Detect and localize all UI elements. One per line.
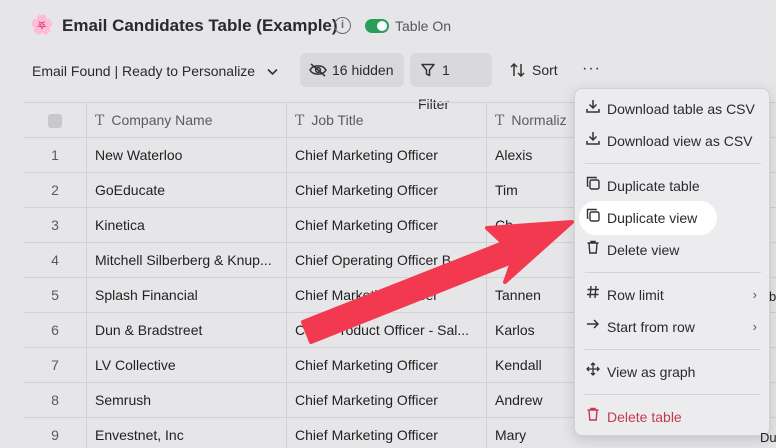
company-name-cell[interactable]: Semrush xyxy=(87,383,287,418)
chevron-right-icon: › xyxy=(752,319,757,334)
menu-item-duplicate-view[interactable]: Duplicate view xyxy=(575,201,771,235)
company-name-cell[interactable]: Dun & Bradstreet xyxy=(87,313,287,348)
column-header-company[interactable]: T Company Name xyxy=(87,103,287,138)
copy-icon xyxy=(585,204,601,232)
row-number-cell[interactable]: 2 xyxy=(24,173,87,208)
company-name-cell[interactable]: GoEducate xyxy=(87,173,287,208)
job-title-cell[interactable]: Chief Marketing Officer xyxy=(287,278,487,313)
row-number-cell[interactable]: 1 xyxy=(24,138,87,173)
table-emoji: 🌸 xyxy=(30,15,54,36)
view-selector[interactable]: Email Found | Ready to Personalize xyxy=(32,62,278,82)
menu-item-label: Download table as CSV xyxy=(607,101,755,117)
filter-icon xyxy=(418,53,438,87)
company-name-cell[interactable]: LV Collective xyxy=(87,348,287,383)
row-number-cell[interactable]: 8 xyxy=(24,383,87,418)
sort-icon xyxy=(508,53,528,87)
menu-item-label: Delete view xyxy=(607,242,680,258)
job-title-cell[interactable]: Chief Operating Officer B xyxy=(287,243,487,278)
menu-item-label: Start from row xyxy=(607,319,695,335)
column-header-job-title[interactable]: T Job Title xyxy=(287,103,487,138)
company-name-cell[interactable]: Mitchell Silberberg & Knup... xyxy=(87,243,287,278)
row-number-cell[interactable]: 4 xyxy=(24,243,87,278)
text-type-icon: T xyxy=(495,113,505,129)
info-icon[interactable]: i xyxy=(334,17,351,34)
hash-icon xyxy=(585,281,601,309)
peek-text: b xyxy=(769,289,776,304)
page-title[interactable]: Email Candidates Table (Example) xyxy=(62,15,338,37)
download-icon xyxy=(585,95,601,123)
download-icon xyxy=(585,127,601,155)
company-name-cell[interactable]: Kinetica xyxy=(87,208,287,243)
more-options-menu: Download table as CSV Download view as C… xyxy=(574,88,770,436)
text-type-icon: T xyxy=(295,113,305,129)
menu-item-start-from-row[interactable]: Start from row › xyxy=(575,313,771,341)
menu-divider xyxy=(585,349,761,350)
arrow-right-icon xyxy=(585,313,601,341)
menu-item-duplicate-table[interactable]: Duplicate table xyxy=(575,172,771,200)
menu-item-label: Delete table xyxy=(607,409,682,425)
job-title-cell[interactable]: Chief Marketing Officer xyxy=(287,208,487,243)
toolbar: Email Found | Ready to Personalize 16 hi… xyxy=(0,53,776,112)
row-number-cell[interactable]: 7 xyxy=(24,348,87,383)
menu-divider xyxy=(585,272,761,273)
sort-button[interactable]: Sort xyxy=(500,53,570,87)
row-number-cell[interactable]: 3 xyxy=(24,208,87,243)
chevron-down-icon xyxy=(267,64,278,82)
chevron-right-icon: › xyxy=(752,287,757,302)
menu-item-delete-table[interactable]: Delete table xyxy=(575,403,771,431)
row-number-cell[interactable]: 9 xyxy=(24,418,87,448)
hidden-fields-label: 16 hidden xyxy=(332,62,394,78)
peek-text: Dugan xyxy=(760,430,776,445)
job-title-cell[interactable]: Chief Product Officer - Sal... xyxy=(287,313,487,348)
menu-item-label: Duplicate view xyxy=(607,210,698,226)
job-title-cell[interactable]: Chief Marketing Officer xyxy=(287,138,487,173)
trash-icon xyxy=(585,403,601,431)
job-title-cell[interactable]: Chief Marketing Officer xyxy=(287,348,487,383)
title-bar: 🌸 Email Candidates Table (Example) i Tab… xyxy=(0,0,776,50)
company-name-cell[interactable]: Envestnet, Inc xyxy=(87,418,287,448)
company-name-cell[interactable]: New Waterloo xyxy=(87,138,287,173)
view-selector-label: Email Found | Ready to Personalize xyxy=(32,63,256,79)
menu-item-download-table-csv[interactable]: Download table as CSV xyxy=(575,95,771,123)
trash-icon xyxy=(585,236,601,264)
row-number-cell[interactable]: 6 xyxy=(24,313,87,348)
select-all-checkbox[interactable] xyxy=(48,114,62,129)
sort-label: Sort xyxy=(532,62,558,78)
more-options-icon[interactable]: ··· xyxy=(582,60,601,78)
text-type-icon: T xyxy=(95,113,105,129)
column-header-label: Normaliz xyxy=(511,112,567,128)
job-title-cell[interactable]: Chief Marketing Officer xyxy=(287,418,487,448)
column-header-label: Job Title xyxy=(311,112,364,128)
hidden-fields-button[interactable]: 16 hidden xyxy=(300,53,404,87)
menu-divider xyxy=(585,163,761,164)
menu-item-label: Row limit xyxy=(607,287,664,303)
job-title-cell[interactable]: Chief Marketing Officer xyxy=(287,383,487,418)
menu-item-view-as-graph[interactable]: View as graph xyxy=(575,358,771,386)
row-number-cell[interactable]: 5 xyxy=(24,278,87,313)
menu-divider xyxy=(585,394,761,395)
menu-item-row-limit[interactable]: Row limit › xyxy=(575,281,771,309)
menu-item-delete-view[interactable]: Delete view xyxy=(575,236,771,264)
column-header-label: Company Name xyxy=(111,112,213,128)
filter-button[interactable]: 1 Filter xyxy=(410,53,492,112)
company-name-cell[interactable]: Splash Financial xyxy=(87,278,287,313)
copy-icon xyxy=(585,172,601,200)
job-title-cell[interactable]: Chief Marketing Officer xyxy=(287,173,487,208)
menu-item-label: Duplicate table xyxy=(607,178,700,194)
eye-off-icon xyxy=(308,53,328,87)
toggle-label: Table On xyxy=(395,18,452,34)
table-on-toggle[interactable] xyxy=(365,19,389,33)
menu-item-label: View as graph xyxy=(607,364,696,380)
select-all-cell[interactable] xyxy=(24,103,87,138)
move-icon xyxy=(585,358,601,386)
menu-item-download-view-csv[interactable]: Download view as CSV xyxy=(575,127,771,155)
menu-item-label: Download view as CSV xyxy=(607,133,753,149)
